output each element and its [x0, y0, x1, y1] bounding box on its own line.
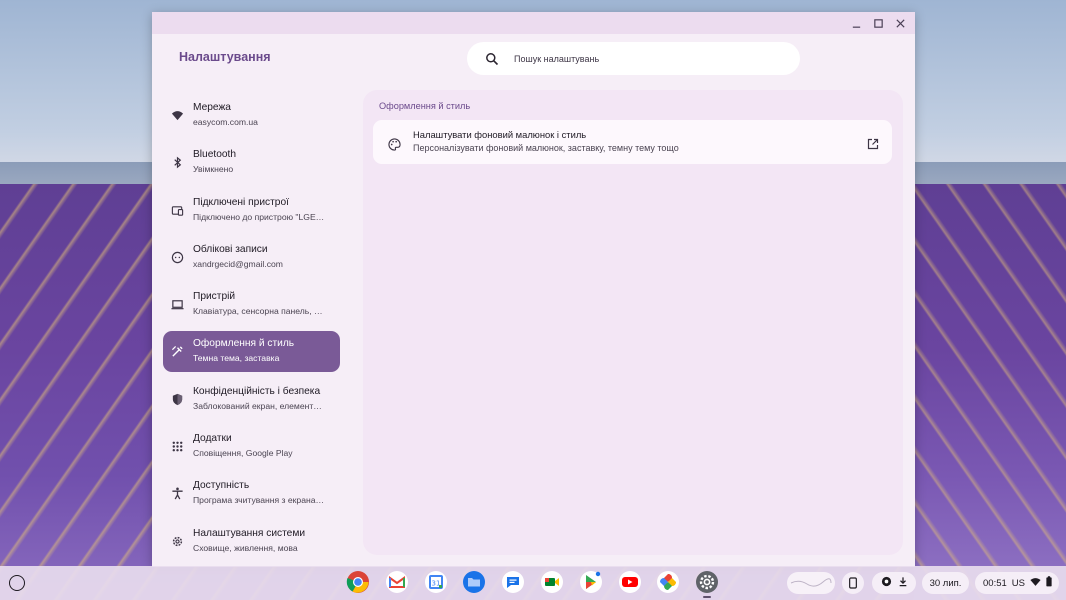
wifi-icon: [171, 109, 184, 122]
settings-window: Налаштування Мережа easycom.com.ua Bluet…: [152, 12, 915, 567]
minimize-icon[interactable]: [847, 14, 865, 32]
open-external-icon[interactable]: [867, 135, 879, 150]
bluetooth-icon: [171, 156, 184, 169]
pinned-apps: 31: [346, 570, 719, 598]
wallpaper-style-row[interactable]: Налаштувати фоновий малюнок і стиль Перс…: [373, 120, 892, 164]
phone-hub-icon[interactable]: [842, 572, 864, 594]
sidebar-item-label: Конфіденційність і безпека: [193, 385, 321, 397]
sidebar-item-label: Додатки: [193, 433, 232, 445]
sidebar-item-sublabel: Увімкнено: [193, 164, 234, 175]
record-icon: [881, 576, 892, 590]
paint-brush-icon: [171, 345, 184, 358]
sidebar-item-privacy[interactable]: Конфіденційність і безпека Заблокований …: [163, 379, 340, 420]
sidebar-item-apps[interactable]: Додатки Сповіщення, Google Play: [163, 426, 340, 467]
battery-icon: [1046, 576, 1052, 590]
running-indicator: [703, 596, 712, 598]
sidebar-item-sublabel: Заблокований екран, елемент…: [193, 400, 322, 411]
palette-icon: [388, 136, 401, 151]
date-tray[interactable]: 30 лип.: [922, 572, 969, 594]
sidebar-item-sublabel: Підключено до пристрою "LGE…: [193, 211, 325, 222]
title-bar[interactable]: [152, 12, 915, 34]
holding-space[interactable]: [787, 572, 835, 594]
close-icon[interactable]: [891, 14, 909, 32]
photos-icon[interactable]: [656, 570, 680, 594]
sidebar-item-accessibility[interactable]: Доступність Програма зчитування з екрана…: [163, 473, 340, 514]
download-icon: [898, 576, 908, 590]
apps-grid-icon: [171, 440, 184, 453]
sidebar-item-label: Підключені пристрої: [193, 196, 289, 208]
face-icon: [171, 251, 184, 264]
sidebar-item-personalization[interactable]: Оформлення й стиль Темна тема, заставка: [163, 331, 340, 373]
row-title: Налаштувати фоновий малюнок і стиль: [413, 129, 587, 140]
sidebar-item-label: Доступність: [193, 480, 250, 492]
window-controls: [847, 14, 909, 32]
sidebar-item-sublabel: easycom.com.ua: [193, 117, 258, 127]
shelf: 31 30 лип. 00:51 US: [0, 566, 1066, 600]
sidebar-item-label: Мережа: [193, 102, 231, 113]
sidebar-item-sublabel: xandrgecid@gmail.com: [193, 258, 283, 269]
sidebar-item-sublabel: Програма зчитування з екрана…: [193, 495, 325, 506]
meet-icon[interactable]: [540, 570, 564, 594]
laptop-icon: [171, 298, 184, 311]
sidebar-item-network[interactable]: Мережа easycom.com.ua: [163, 95, 340, 136]
main-panel: Оформлення й стиль Налаштувати фоновий м…: [363, 90, 903, 555]
sidebar-item-label: Bluetooth: [193, 149, 237, 161]
sidebar-item-label: Налаштування системи: [193, 527, 306, 539]
sidebar-item-sublabel: Сповіщення, Google Play: [193, 448, 293, 459]
sidebar-item-accounts[interactable]: Облікові записи xandrgecid@gmail.com: [163, 237, 340, 278]
sidebar-item-sublabel: Темна тема, заставка: [193, 353, 280, 364]
search-box[interactable]: [467, 42, 800, 75]
gmail-icon[interactable]: [385, 570, 409, 594]
chrome-icon[interactable]: [346, 570, 370, 594]
status-indicators[interactable]: [872, 572, 916, 594]
system-tray[interactable]: 00:51 US: [975, 572, 1059, 594]
sidebar: Мережа easycom.com.ua Bluetooth Увімкнен…: [163, 95, 340, 567]
maximize-icon[interactable]: [869, 14, 887, 32]
search-icon: [485, 52, 499, 66]
wallpaper-lavender-field-right: [914, 184, 1066, 600]
play-store-icon[interactable]: [579, 570, 603, 594]
files-icon[interactable]: [462, 570, 486, 594]
keyboard-locale: US: [1011, 577, 1025, 589]
sidebar-item-sublabel: Клавіатура, сенсорна панель, …: [193, 306, 323, 317]
accessibility-icon: [171, 487, 184, 500]
sidebar-item-device[interactable]: Пристрій Клавіатура, сенсорна панель, …: [163, 284, 340, 325]
sidebar-item-sublabel: Сховище, живлення, мова: [193, 542, 298, 553]
sidebar-item-label: Оформлення й стиль: [193, 338, 295, 350]
sidebar-item-system-preferences[interactable]: Налаштування системи Сховище, живлення, …: [163, 521, 340, 562]
sidebar-item-label: Пристрій: [193, 291, 236, 303]
youtube-icon[interactable]: [618, 570, 642, 594]
launcher-button[interactable]: [9, 575, 25, 591]
wifi-status-icon: [1030, 577, 1041, 590]
gear-icon: [171, 535, 184, 548]
connected-devices-icon: [171, 204, 184, 217]
messages-icon[interactable]: [501, 570, 525, 594]
row-subtitle: Персоналізувати фоновий малюнок, заставк…: [413, 143, 679, 153]
clock-time: 00:51: [983, 577, 1007, 589]
calendar-icon[interactable]: 31: [424, 570, 448, 594]
sidebar-item-connected-devices[interactable]: Підключені пристрої Підключено до пристр…: [163, 190, 340, 231]
app-title: Налаштування: [179, 50, 271, 64]
settings-app-icon[interactable]: [695, 570, 719, 598]
search-input[interactable]: [514, 53, 800, 64]
sidebar-item-bluetooth[interactable]: Bluetooth Увімкнено: [163, 142, 340, 183]
section-title: Оформлення й стиль: [379, 101, 471, 111]
shield-icon: [171, 393, 184, 406]
sidebar-item-label: Облікові записи: [193, 243, 268, 255]
